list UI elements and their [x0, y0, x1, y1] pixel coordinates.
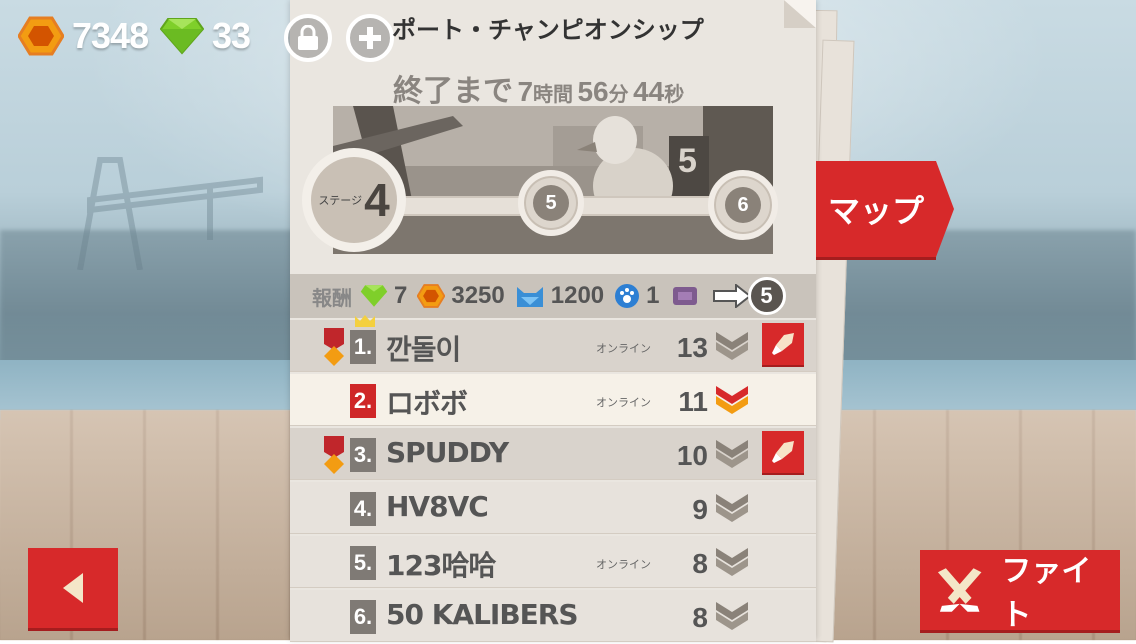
- leaderboard-row[interactable]: 4. HV8VC 9: [290, 482, 816, 534]
- rank-badge: 4.: [350, 492, 376, 526]
- rank-badge: 1.: [350, 330, 376, 364]
- attack-button[interactable]: [762, 431, 804, 473]
- leaderboard-row[interactable]: 3. SPUDDY 10: [290, 428, 816, 480]
- crate-icon: [672, 287, 697, 305]
- arrow-left-icon: [63, 573, 83, 603]
- leaderboard-row[interactable]: 5. 123哈哈 オンライン 8: [290, 536, 816, 588]
- reward-gems: 7: [360, 282, 407, 310]
- gem-icon: [160, 18, 204, 55]
- stage-node-6: 6: [708, 170, 778, 240]
- honey-counter: 7348: [18, 12, 149, 60]
- player-score: 8: [692, 548, 708, 579]
- rank-badge: 5.: [350, 546, 376, 580]
- player-score: 10: [676, 440, 708, 471]
- fish-bone-icon: [716, 548, 748, 576]
- player-name: HV8VC: [386, 490, 489, 523]
- player-name: SPUDDY: [386, 436, 509, 469]
- rank-badge: 2.: [350, 384, 376, 418]
- reward-honey: 3250: [417, 282, 505, 310]
- gem-counter: 33: [160, 12, 251, 60]
- event-timer: 終了まで 7時間 56分 44秒: [393, 74, 685, 109]
- fish-bone-icon: [716, 386, 748, 414]
- fish-bone-icon: [716, 440, 748, 468]
- medal-icon: [324, 436, 344, 474]
- player-score: 13: [676, 332, 708, 363]
- reward-crate: [670, 283, 700, 309]
- timer-minutes: 56: [577, 76, 609, 107]
- paw-token-icon: [615, 284, 640, 308]
- attack-button[interactable]: [762, 323, 804, 365]
- rank-badge: 6.: [350, 600, 376, 634]
- fish-bone-icon: [716, 332, 748, 360]
- honey-icon: [417, 284, 446, 308]
- map-button[interactable]: マップ: [816, 161, 954, 257]
- svg-text:5: 5: [678, 142, 697, 180]
- leaderboard: 1. 깐돌이 オンライン 13 2. ロボボ オンライン 11 3. SPUDD…: [290, 315, 816, 644]
- medal-icon: [324, 328, 344, 366]
- reward-paw-token: 1: [614, 282, 660, 310]
- fight-button[interactable]: ファイト: [920, 550, 1120, 633]
- leaderboard-row[interactable]: 1. 깐돌이 オンライン 13: [290, 315, 816, 372]
- event-title: ポート・チャンピオンシップ: [392, 16, 704, 44]
- online-status: オンライン: [596, 342, 651, 355]
- reward-bar: 報酬 7 3250 1200 1 5: [290, 274, 816, 318]
- reward-next-count: 5: [747, 277, 786, 315]
- crown-icon: [355, 315, 375, 327]
- reward-next-arrow[interactable]: 5: [712, 277, 786, 315]
- fight-button-label: ファイト: [1001, 554, 1092, 633]
- crossed-rockets-icon: [937, 568, 982, 612]
- stage-node-5: 5: [518, 170, 584, 236]
- gem-value: 33: [212, 15, 251, 56]
- plus-icon: [359, 27, 381, 49]
- timer-hours: 7: [517, 76, 534, 107]
- arrow-right-icon: [712, 284, 752, 308]
- back-button[interactable]: [28, 548, 118, 628]
- player-score: 9: [692, 494, 708, 525]
- rank-badge: 3.: [350, 438, 376, 472]
- timer-seconds: 44: [633, 76, 665, 107]
- player-name: 123哈哈: [386, 549, 496, 582]
- fish-bone-icon: [716, 602, 748, 630]
- timer-label: 終了まで: [393, 74, 513, 109]
- stage-label: ステージ: [318, 194, 363, 207]
- rocket-icon: [772, 441, 794, 463]
- lock-icon: [298, 25, 318, 50]
- player-name: 깐돌이: [386, 333, 461, 366]
- rocket-icon: [772, 333, 794, 355]
- add-currency-button[interactable]: [346, 14, 394, 62]
- reward-cat-food: 1200: [515, 282, 604, 310]
- player-score: 11: [678, 386, 708, 417]
- online-status: オンライン: [596, 396, 651, 409]
- honey-value: 7348: [72, 15, 149, 56]
- current-stage-number: 4: [364, 174, 390, 226]
- player-score: 8: [692, 602, 708, 633]
- player-name: ロボボ: [386, 387, 468, 420]
- current-stage-node: ステージ 4: [302, 148, 406, 252]
- honey-icon: [18, 16, 64, 56]
- online-status: オンライン: [596, 558, 651, 571]
- reward-label: 報酬: [312, 285, 352, 310]
- fish-bone-icon: [716, 494, 748, 522]
- cat-food-icon: [516, 287, 543, 307]
- leaderboard-row[interactable]: 6. 50 KALIBERS 8: [290, 590, 816, 642]
- map-button-label: マップ: [827, 192, 924, 230]
- leaderboard-row[interactable]: 2. ロボボ オンライン 11: [290, 374, 816, 426]
- lock-button[interactable]: [284, 14, 332, 62]
- player-name: 50 KALIBERS: [386, 598, 579, 631]
- gem-icon: [360, 285, 388, 307]
